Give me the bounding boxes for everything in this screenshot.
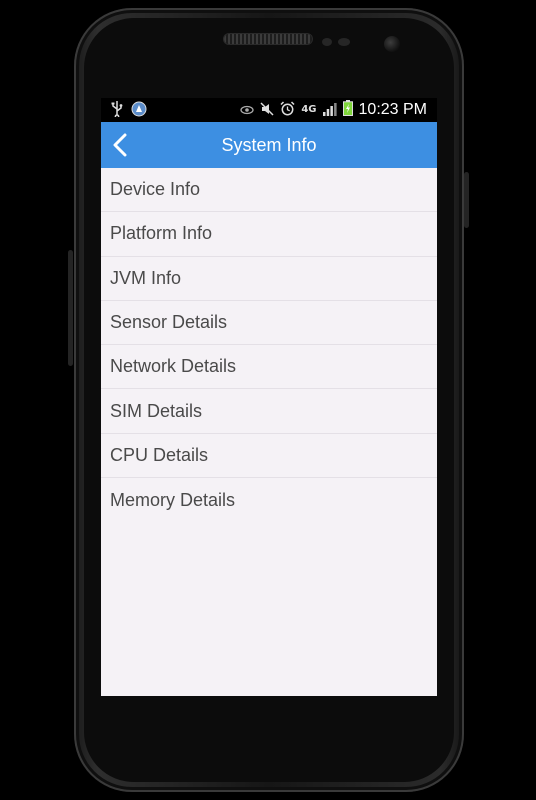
- status-bar: 4G 10:23 PM: [101, 98, 437, 122]
- list-item-label: Sensor Details: [110, 312, 228, 333]
- list-item-label: JVM Info: [110, 267, 182, 288]
- proximity-sensor: [322, 38, 332, 46]
- usb-icon: [111, 101, 123, 121]
- list-item-sim-details[interactable]: SIM Details: [101, 389, 437, 434]
- power-button: [464, 172, 469, 228]
- volume-button: [68, 250, 73, 366]
- mute-icon: [260, 101, 274, 120]
- front-camera: [384, 36, 400, 52]
- eye-icon: [240, 101, 254, 120]
- alarm-icon: [280, 100, 295, 120]
- list-item-device-info[interactable]: Device Info: [101, 168, 437, 213]
- list-item-label: Memory Details: [110, 489, 236, 510]
- page-title: System Info: [221, 135, 317, 155]
- clock-time: 10:23 PM: [358, 101, 427, 118]
- signal-icon: [322, 101, 337, 120]
- list-item-sensor-details[interactable]: Sensor Details: [101, 301, 437, 346]
- list-item-jvm-info[interactable]: JVM Info: [101, 257, 437, 301]
- list-item-label: Platform Info: [110, 223, 213, 244]
- screen: 4G 10:23 PM System Info Device Info Plat…: [101, 98, 437, 696]
- list-item-label: Device Info: [110, 179, 201, 200]
- network-type: 4G: [301, 104, 317, 115]
- list-item-platform-info[interactable]: Platform Info: [101, 212, 437, 257]
- list-item-label: SIM Details: [110, 400, 203, 421]
- system-info-menu: Device Info Platform Info JVM Info Senso…: [101, 168, 437, 522]
- list-item-label: Network Details: [110, 356, 237, 377]
- app-bar: System Info: [101, 122, 437, 168]
- app-notification-icon: [131, 101, 147, 121]
- list-item-memory-details[interactable]: Memory Details: [101, 478, 437, 522]
- list-item-cpu-details[interactable]: CPU Details: [101, 434, 437, 479]
- light-sensor: [338, 38, 350, 46]
- battery-charging-icon: [342, 100, 353, 120]
- list-item-label: CPU Details: [110, 444, 209, 465]
- earpiece-speaker: [224, 34, 312, 44]
- list-item-network-details[interactable]: Network Details: [101, 345, 437, 390]
